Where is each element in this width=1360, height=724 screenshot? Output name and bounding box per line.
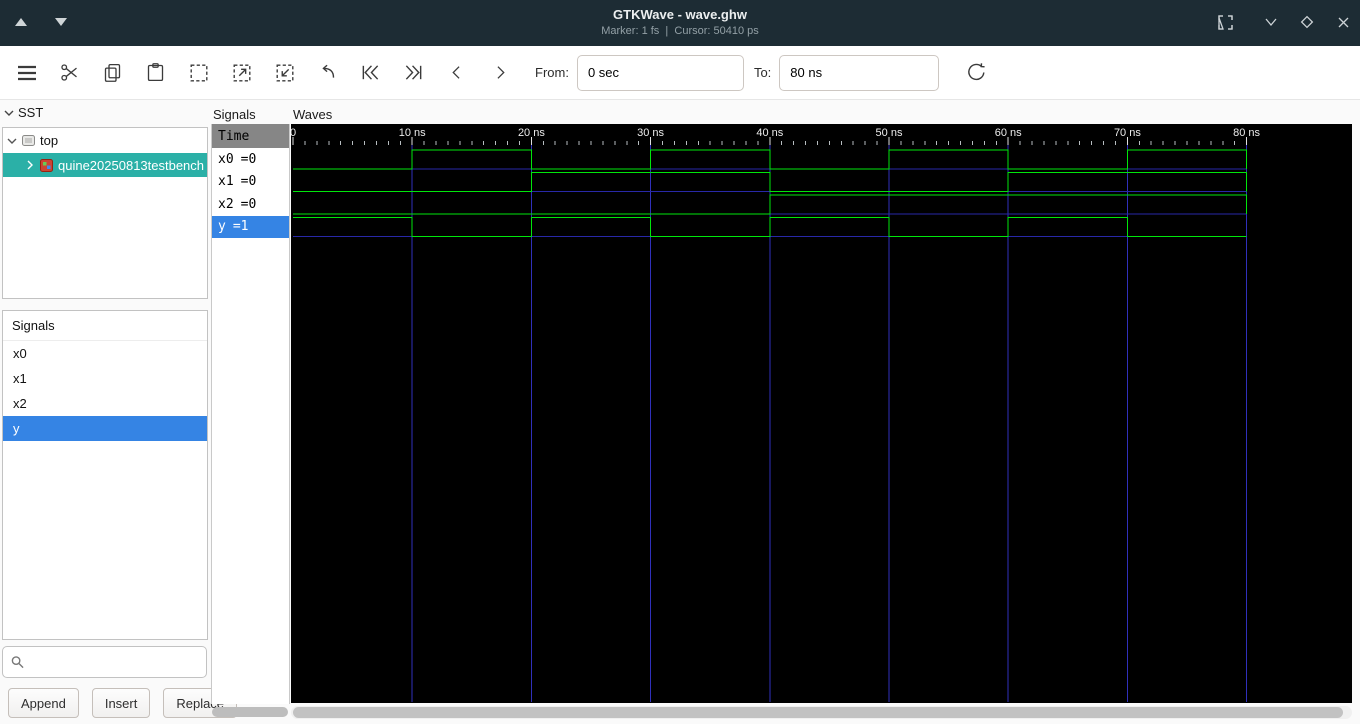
wave-signal-row-x0[interactable]: x0 =0	[212, 148, 289, 171]
wave-canvas[interactable]: 0 10 ns 20 ns 30 ns 40 ns 50 ns 60 ns 70 ns 80 n…	[291, 124, 1352, 703]
signals-list-item-x1[interactable]: x1	[3, 366, 207, 391]
svg-text:80 ns: 80 ns	[1233, 127, 1260, 139]
gtkwave-window: GTKWave - wave.ghw Marker: 1 fs | Cursor…	[0, 0, 1360, 724]
from-input[interactable]	[576, 54, 744, 91]
tree-item-label: quine20250813testbench	[58, 157, 205, 173]
signal-search-input[interactable]	[30, 649, 206, 675]
waves-pane-label: Waves	[293, 107, 333, 122]
zoom-full-icon	[190, 64, 207, 81]
wave-scrollbar-thumb[interactable]	[293, 707, 1343, 718]
headerbar: GTKWave - wave.ghw Marker: 1 fs | Cursor…	[0, 0, 1360, 46]
expander-down-icon[interactable]	[7, 136, 17, 146]
sst-label: SST	[18, 105, 44, 120]
fit-to-window-button[interactable]	[1216, 13, 1234, 31]
zoom-full-button[interactable]	[177, 52, 220, 94]
signals-list-panel: Signals x0 x1 x2 y	[2, 310, 208, 640]
cut-button[interactable]	[48, 52, 91, 94]
undo-icon	[321, 64, 334, 78]
maximize-button[interactable]	[1298, 13, 1316, 31]
names-horizontal-scrollbar[interactable]	[212, 707, 288, 717]
scissors-icon	[61, 64, 77, 81]
tree-item-label: top	[40, 133, 59, 148]
chevron-left-icon	[451, 66, 460, 79]
close-button[interactable]	[1334, 13, 1352, 31]
close-icon	[1338, 17, 1348, 27]
to-label: To:	[753, 65, 772, 80]
copy-button[interactable]	[91, 52, 134, 94]
svg-text:70 ns: 70 ns	[1114, 127, 1141, 139]
signals-list: x0 x1 x2 y	[3, 341, 207, 441]
step-left-button[interactable]	[435, 52, 478, 94]
wave-names-column: Time x0 =0 x1 =0 x2 =0 y =1	[211, 124, 290, 704]
fit-to-window-icon	[1217, 14, 1233, 30]
chevron-down-icon	[1265, 18, 1277, 27]
insert-button[interactable]: Insert	[91, 688, 151, 718]
chevron-down-icon	[4, 110, 14, 116]
from-label: From:	[535, 65, 569, 80]
reload-icon	[968, 63, 985, 81]
signals-list-item-x2[interactable]: x2	[3, 391, 207, 416]
undo-button[interactable]	[306, 52, 349, 94]
module-icon	[40, 158, 53, 172]
menu-chevron-button[interactable]	[1262, 13, 1280, 31]
zoom-in-button[interactable]	[220, 52, 263, 94]
append-button[interactable]: Append	[8, 688, 79, 718]
skip-to-end-icon	[405, 65, 422, 80]
svg-text:10 ns: 10 ns	[399, 127, 426, 139]
hamburger-menu-icon	[17, 65, 36, 80]
zoom-in-icon	[233, 64, 250, 81]
paste-icon	[147, 63, 164, 82]
to-input[interactable]	[779, 54, 940, 91]
sst-pane-header[interactable]: SST	[4, 105, 43, 120]
skip-to-start-icon	[362, 65, 379, 80]
signal-search-box	[2, 646, 207, 678]
toolbar: From: To:	[0, 46, 1360, 100]
zoom-out-icon	[276, 64, 293, 81]
expander-right-icon[interactable]	[25, 160, 35, 170]
marker-cursor-status: Marker: 1 fs | Cursor: 50410 ps	[601, 25, 759, 37]
svg-text:40 ns: 40 ns	[756, 127, 783, 139]
time-column-header: Time	[212, 124, 289, 148]
wave-signal-row-y[interactable]: y =1	[212, 215, 289, 238]
zoom-out-button[interactable]	[263, 52, 306, 94]
wave-names-rows: x0 =0 x1 =0 x2 =0 y =1	[212, 148, 289, 238]
svg-text:0: 0	[291, 127, 296, 139]
sst-tree: top quine20250813testbench	[2, 127, 208, 299]
arrow-up-icon	[15, 18, 27, 26]
pan-down-button[interactable]	[52, 13, 70, 31]
svg-text:30 ns: 30 ns	[637, 127, 664, 139]
wave-horizontal-scrollbar[interactable]	[291, 706, 1352, 719]
signals-pane-label: Signals	[213, 107, 256, 122]
paste-button[interactable]	[134, 52, 177, 94]
svg-text:60 ns: 60 ns	[995, 127, 1022, 139]
maximize-diamond-icon	[1300, 15, 1314, 29]
menu-button[interactable]	[5, 52, 48, 94]
chevron-right-icon	[496, 66, 505, 79]
signals-list-header: Signals	[3, 311, 207, 341]
skip-to-end-button[interactable]	[392, 52, 435, 94]
reload-button[interactable]	[955, 52, 998, 94]
pan-up-button[interactable]	[12, 13, 30, 31]
arrow-down-icon	[55, 18, 67, 26]
tree-item-top[interactable]: top	[3, 128, 207, 153]
svg-text:50 ns: 50 ns	[876, 127, 903, 139]
tree-item-testbench[interactable]: quine20250813testbench	[3, 153, 207, 177]
wave-signal-row-x1[interactable]: x1 =0	[212, 171, 289, 194]
signals-list-item-y[interactable]: y	[3, 416, 207, 441]
scope-icon	[22, 135, 35, 146]
wave-panel[interactable]: 0 10 ns 20 ns 30 ns 40 ns 50 ns 60 ns 70 ns 80 n…	[291, 124, 1352, 703]
window-title: GTKWave - wave.ghw	[613, 7, 747, 22]
step-right-button[interactable]	[478, 52, 521, 94]
action-buttons: Append Insert Replace	[8, 688, 238, 718]
search-icon	[11, 656, 24, 669]
svg-text:20 ns: 20 ns	[518, 127, 545, 139]
copy-icon	[104, 63, 121, 82]
skip-to-start-button[interactable]	[349, 52, 392, 94]
signals-list-item-x0[interactable]: x0	[3, 341, 207, 366]
wave-signal-row-x2[interactable]: x2 =0	[212, 193, 289, 216]
